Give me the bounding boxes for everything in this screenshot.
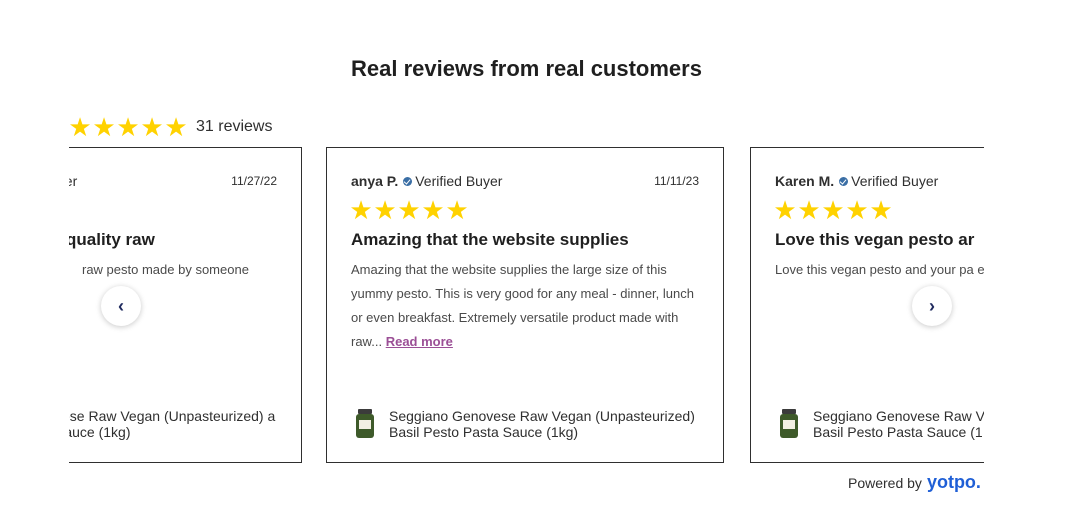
review-body: Love this vegan pesto and your pa enviro…	[775, 258, 984, 282]
star-icon: ★	[797, 195, 821, 225]
rating-summary[interactable]: ★ ★ ★ ★ ★ 31 reviews	[68, 114, 272, 140]
star-icon: ★	[349, 195, 373, 225]
verified-buyer-label: Verified Buyer	[415, 173, 503, 189]
star-icon: ★	[68, 112, 92, 142]
review-product[interactable]: vese Raw Vegan (Unpasteurized) a Sauce (…	[69, 408, 285, 440]
star-icon: ★	[92, 112, 116, 142]
powered-by[interactable]: Powered by yotpo.	[848, 472, 981, 493]
star-icon: ★	[445, 195, 469, 225]
product-name[interactable]: Seggiano Genovese Raw V Basil Pesto Past…	[813, 408, 984, 440]
review-count[interactable]: 31 reviews	[196, 118, 272, 136]
star-icon: ★	[421, 195, 445, 225]
star-icon: ★	[116, 112, 140, 142]
review-stars: ★ ★ ★ ★ ★	[773, 197, 893, 223]
review-header: Karen M. Verified Buyer	[775, 173, 984, 189]
star-icon: ★	[164, 112, 188, 142]
review-author: Karen M.	[775, 173, 835, 189]
read-more-link[interactable]: Read more	[386, 334, 453, 349]
review-body-text: raw pesto made by someone	[82, 262, 249, 277]
review-date: 11/27/22	[231, 174, 277, 188]
chevron-right-icon: ›	[929, 295, 935, 316]
product-jar-icon[interactable]	[355, 409, 375, 439]
product-name[interactable]: Seggiano Genovese Raw Vegan (Unpasteuriz…	[389, 408, 709, 440]
star-icon: ★	[397, 195, 421, 225]
review-body: Amazing that the website supplies the la…	[351, 258, 699, 354]
verified-check-icon	[403, 176, 413, 186]
reviews-carousel: uyer 11/27/22 quality raw raw pesto made…	[69, 147, 984, 467]
review-title: Amazing that the website supplies	[351, 230, 629, 249]
star-icon: ★	[140, 112, 164, 142]
review-body-text: Love this vegan pesto and your pa enviro…	[775, 262, 984, 277]
carousel-prev-button[interactable]: ‹	[101, 286, 141, 326]
review-title: Love this vegan pesto ar	[775, 230, 975, 249]
review-author: anya P.	[351, 173, 399, 189]
product-name[interactable]: vese Raw Vegan (Unpasteurized) a Sauce (…	[69, 408, 285, 440]
review-stars: ★ ★ ★ ★ ★	[349, 197, 469, 223]
review-header: anya P. Verified Buyer 11/11/23	[351, 173, 699, 189]
verified-buyer-label: Verified Buyer	[851, 173, 939, 189]
powered-by-label: Powered by	[848, 475, 922, 491]
carousel-next-button[interactable]: ›	[912, 286, 952, 326]
review-header: uyer 11/27/22	[69, 173, 277, 189]
verified-check-icon	[839, 176, 849, 186]
chevron-left-icon: ‹	[118, 295, 124, 316]
section-title: Real reviews from real customers	[351, 56, 702, 81]
review-body: raw pesto made by someone	[82, 258, 249, 282]
star-icon: ★	[773, 195, 797, 225]
summary-stars: ★ ★ ★ ★ ★	[68, 114, 188, 140]
review-title: quality raw	[69, 230, 155, 249]
yotpo-logo[interactable]: yotpo.	[927, 472, 981, 493]
review-product[interactable]: Seggiano Genovese Raw V Basil Pesto Past…	[779, 408, 984, 440]
star-icon: ★	[869, 195, 893, 225]
product-jar-icon[interactable]	[779, 409, 799, 439]
star-icon: ★	[845, 195, 869, 225]
verified-buyer-label: uyer	[69, 173, 78, 189]
review-date: 11/11/23	[654, 174, 699, 188]
review-card: anya P. Verified Buyer 11/11/23 ★ ★ ★ ★ …	[326, 147, 724, 463]
review-product[interactable]: Seggiano Genovese Raw Vegan (Unpasteuriz…	[355, 408, 709, 440]
star-icon: ★	[821, 195, 845, 225]
star-icon: ★	[373, 195, 397, 225]
